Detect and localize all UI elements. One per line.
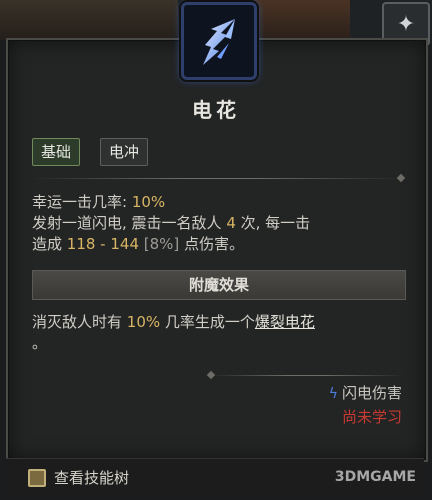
description-line-2: 发射一道闪电, 震击一名敌人 4 次, 每一击 [32,214,311,232]
enchantment-header: 附魔效果 [32,270,406,300]
skill-icon [181,2,257,80]
skill-name: 电花 [192,98,240,122]
lightning-icon: ϟ [328,386,338,402]
compass-icon: ✦ [396,11,416,37]
skill-description: 幸运一击几率: 10% 发射一道闪电, 震击一名敌人 4 次, 每一击 造成 1… [32,192,412,255]
damage-type: ϟ 闪电伤害 [328,384,402,402]
footer-bar: 查看技能树 3DMGAME [6,458,424,495]
description-line-3: 造成 118 - 144 [8%] 点伤害。 [32,235,245,253]
tag-shock: 电冲 [100,138,149,166]
view-skill-tree-button[interactable]: 查看技能树 [28,467,129,488]
divider-top [32,178,404,179]
key-hint-icon [28,468,46,487]
lightning-spark-icon [203,19,235,65]
tag-basic: 基础 [32,138,81,166]
background-scene-left [0,0,178,40]
skill-status: 尚未学习 [341,408,402,426]
divider-bottom [210,375,404,376]
watermark: 3DMGAME [334,469,416,485]
exploding-spark-link[interactable]: 爆裂电花 [255,313,315,331]
crit-line: 幸运一击几率: 10% [32,193,166,211]
enchantment-description: 消灭敌人时有 10% 几率生成一个爆裂电花 。 [32,313,315,352]
